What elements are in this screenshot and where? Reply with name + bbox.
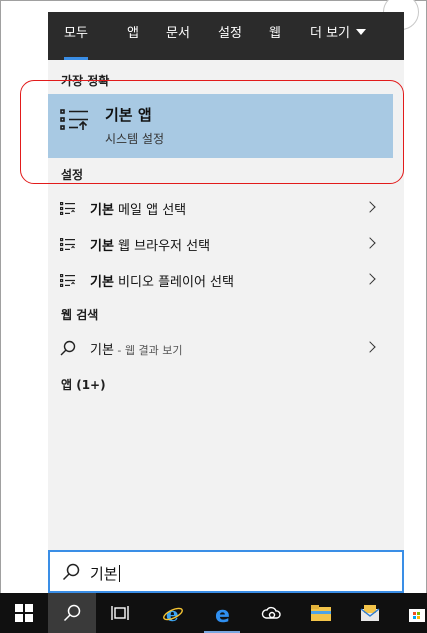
onedrive-icon: [261, 606, 281, 619]
tab-web[interactable]: 웹: [269, 12, 281, 60]
mail-icon: [360, 605, 380, 621]
search-input[interactable]: 기본: [48, 550, 404, 593]
web-search-item[interactable]: 기본 - 웹 결과 보기: [48, 330, 404, 366]
internet-explorer-button[interactable]: e: [148, 593, 196, 633]
match-text: 기본: [90, 275, 114, 290]
file-explorer-icon: [311, 605, 331, 621]
chevron-right-icon[interactable]: [364, 237, 376, 249]
onedrive-button[interactable]: [247, 593, 295, 633]
item-label: 웹 브라우저 선택: [113, 239, 211, 254]
svg-text:e: e: [166, 603, 179, 625]
settings-list-icon: [60, 274, 75, 287]
search-icon: [62, 563, 80, 581]
list-item[interactable]: 기본 웹 브라우저 선택: [48, 226, 404, 262]
tab-all[interactable]: 모두: [64, 12, 88, 60]
list-item[interactable]: 기본 비디오 플레이어 선택: [48, 262, 404, 298]
text-cursor: [118, 565, 120, 582]
windows-start-icon: [15, 604, 33, 622]
tab-apps[interactable]: 앱: [127, 12, 139, 60]
item-label: - 웹 결과 보기: [113, 344, 183, 357]
item-label: 비디오 플레이어 선택: [113, 275, 234, 290]
tab-more[interactable]: 더 보기: [310, 12, 367, 60]
match-text: 기본: [90, 239, 114, 254]
search-icon: [60, 340, 76, 356]
edge-icon: e: [215, 603, 230, 625]
list-item[interactable]: 기본 메일 앱 선택: [48, 190, 404, 226]
settings-list-icon: [60, 238, 75, 251]
chevron-right-icon[interactable]: [364, 341, 376, 353]
chevron-right-icon[interactable]: [364, 273, 376, 285]
settings-list-icon: [60, 202, 75, 215]
search-icon: [63, 604, 81, 622]
svg-text:e: e: [215, 603, 230, 625]
chevron-down-icon: [356, 29, 367, 35]
task-view-button[interactable]: [96, 593, 144, 633]
tab-settings[interactable]: 설정: [218, 12, 242, 60]
internet-explorer-icon: e: [163, 603, 183, 625]
search-query: 기본: [90, 565, 118, 583]
taskbar: e e: [0, 593, 427, 633]
chevron-right-icon[interactable]: [364, 201, 376, 213]
file-explorer-button[interactable]: [296, 593, 344, 633]
start-button[interactable]: [0, 593, 48, 633]
web-search-header: 웹 검색: [61, 308, 99, 322]
taskbar-search-button[interactable]: [48, 593, 96, 633]
match-text: 기본: [90, 343, 114, 358]
store-button[interactable]: [393, 593, 427, 633]
tab-documents[interactable]: 문서: [166, 12, 190, 60]
task-view-icon: [111, 606, 129, 620]
search-tabs-bar: 모두 앱 문서 설정 웹 더 보기: [48, 12, 404, 60]
mail-button[interactable]: [345, 593, 393, 633]
edge-button[interactable]: e: [198, 593, 246, 633]
item-label: 메일 앱 선택: [113, 203, 187, 218]
match-text: 기본: [90, 203, 114, 218]
store-icon: [409, 609, 425, 622]
annotation-highlight: [20, 80, 404, 184]
apps-header: 앱 (1+): [61, 378, 106, 392]
